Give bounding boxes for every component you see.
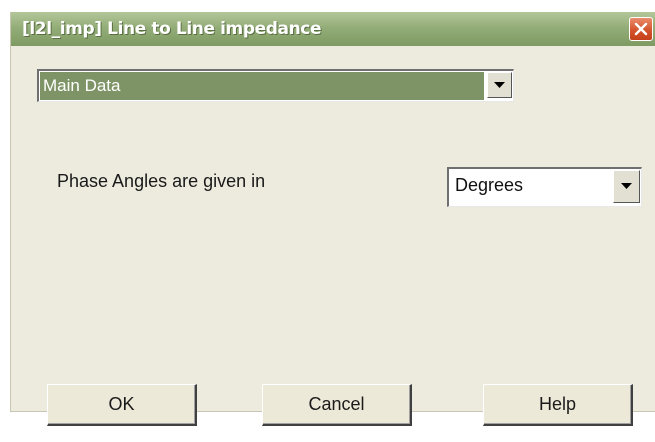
chevron-down-icon (494, 82, 505, 88)
title-bar[interactable]: [l2l_imp] Line to Line impedance (11, 12, 655, 46)
page-selector-arrow-button[interactable] (487, 72, 512, 98)
close-button[interactable] (629, 17, 653, 41)
dialog-window: [l2l_imp] Line to Line impedance Main Da… (10, 12, 655, 412)
chevron-down-icon (621, 183, 632, 189)
help-button[interactable]: Help (483, 384, 633, 426)
page-selector-value: Main Data (40, 72, 484, 100)
close-icon (634, 22, 648, 36)
phase-angle-label: Phase Angles are given in (57, 171, 266, 191)
page-selector-dropdown[interactable]: Main Data (37, 69, 514, 102)
phase-angle-units-value: Degrees (455, 175, 524, 195)
window-title: [l2l_imp] Line to Line impedance (22, 19, 322, 39)
ok-button[interactable]: OK (47, 384, 197, 426)
phase-angle-units-dropdown[interactable]: Degrees (447, 167, 642, 207)
phase-angle-units-arrow-button[interactable] (613, 170, 640, 203)
cancel-button[interactable]: Cancel (262, 384, 412, 426)
